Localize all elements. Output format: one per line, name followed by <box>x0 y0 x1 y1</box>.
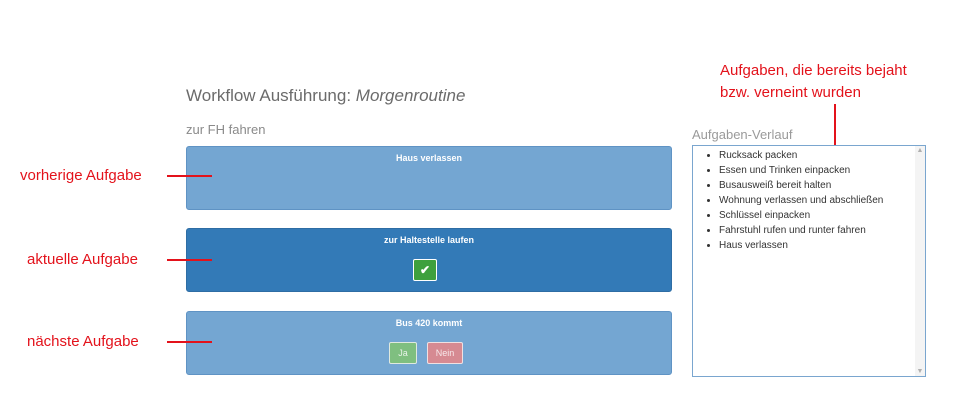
scroll-up-icon[interactable]: ▲ <box>915 147 925 154</box>
scroll-down-icon[interactable]: ▼ <box>915 368 925 375</box>
annotation-next-line <box>167 341 212 343</box>
history-scrollbar[interactable]: ▲ ▼ <box>915 146 925 376</box>
check-icon: ✔ <box>419 263 431 277</box>
annotation-history-line1: Aufgaben, die bereits bejaht <box>720 62 907 79</box>
workflow-name: Morgenroutine <box>355 86 466 105</box>
history-item: Essen und Trinken einpacken <box>719 163 925 178</box>
confirm-button[interactable]: ✔ <box>413 259 437 281</box>
annotation-previous: vorherige Aufgabe <box>20 167 142 184</box>
previous-task-label: Haus verlassen <box>395 153 463 163</box>
current-task-label: zur Haltestelle laufen <box>383 235 475 245</box>
annotation-current-line <box>167 259 212 261</box>
history-item: Busausweiß bereit halten <box>719 178 925 193</box>
next-task-panel: Bus 420 kommt Ja Nein <box>186 311 672 375</box>
yes-button[interactable]: Ja <box>389 342 417 364</box>
annotation-history-line2: bzw. verneint wurden <box>720 84 861 101</box>
previous-task-panel: Haus verlassen <box>186 146 672 210</box>
next-task-label: Bus 420 kommt <box>395 318 463 328</box>
history-item: Rucksack packen <box>719 148 925 163</box>
no-button[interactable]: Nein <box>427 342 463 364</box>
annotation-next: nächste Aufgabe <box>27 333 139 350</box>
history-item: Wohnung verlassen und abschließen <box>719 193 925 208</box>
history-heading: Aufgaben-Verlauf <box>692 127 793 142</box>
title-prefix: Workflow Ausführung: <box>186 86 356 105</box>
annotation-current: aktuelle Aufgabe <box>27 251 138 268</box>
page-title: Workflow Ausführung: Morgenroutine <box>186 86 465 106</box>
history-item: Fahrstuhl rufen und runter fahren <box>719 223 925 238</box>
annotation-previous-line <box>167 175 212 177</box>
workflow-subtitle: zur FH fahren <box>186 122 266 137</box>
current-task-panel: zur Haltestelle laufen ✔ <box>186 228 672 292</box>
annotation-history: Aufgaben, die bereits bejaht bzw. vernei… <box>720 60 907 104</box>
history-item: Haus verlassen <box>719 238 925 253</box>
history-item: Schlüssel einpacken <box>719 208 925 223</box>
history-list[interactable]: Rucksack packenEssen und Trinken einpack… <box>692 145 926 377</box>
